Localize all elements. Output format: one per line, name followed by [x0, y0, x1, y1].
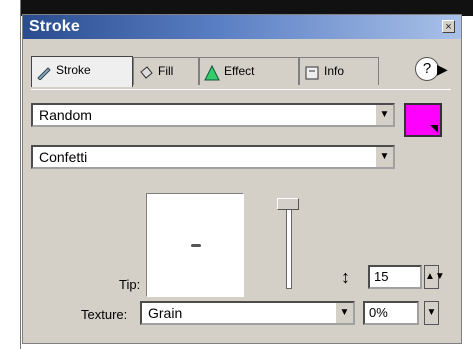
tab-effect-label: Effect	[224, 64, 255, 78]
info-icon	[304, 64, 320, 80]
tab-fill-label: Fill	[158, 64, 174, 78]
chevron-down-icon[interactable]: ▼	[375, 147, 393, 167]
tip-label: Tip:	[119, 277, 141, 292]
stroke-preview	[146, 193, 244, 297]
chevron-down-icon[interactable]: ▼	[375, 105, 393, 125]
texture-amount-spinner[interactable]: ▼	[424, 301, 439, 325]
pencil-icon	[36, 63, 52, 81]
tab-stroke-label: Stroke	[56, 63, 91, 77]
preview-mark	[191, 244, 201, 247]
stroke-category-dropdown[interactable]: Random ▼	[31, 103, 395, 127]
stroke-color-swatch[interactable]	[404, 103, 442, 137]
effect-icon	[204, 64, 220, 81]
tab-info[interactable]: Info	[299, 57, 379, 85]
stroke-panel: Stroke × Stroke Fill Effect Info ? ▶ Ran…	[22, 14, 462, 344]
texture-label: Texture:	[81, 307, 128, 322]
texture-dropdown[interactable]: Grain ▼	[140, 301, 355, 325]
texture-amount-input[interactable]: 0%	[363, 301, 419, 325]
stroke-category-value: Random	[39, 107, 92, 123]
texture-value: Grain	[148, 305, 183, 321]
tab-fill[interactable]: Fill	[133, 57, 199, 85]
tip-slider-thumb[interactable]	[277, 198, 299, 210]
stroke-type-value: Confetti	[39, 149, 88, 165]
tab-stroke[interactable]: Stroke	[31, 56, 133, 87]
tip-slider-track[interactable]	[286, 207, 292, 289]
bucket-icon	[138, 64, 154, 80]
help-icon[interactable]: ?	[415, 57, 439, 81]
resize-vertical-icon: ↕	[341, 267, 350, 287]
chevron-down-icon[interactable]: ▼	[335, 303, 353, 323]
tip-size-spinner[interactable]: ▲▼	[424, 265, 445, 289]
tip-size-input[interactable]: 15	[368, 265, 422, 289]
swatch-corner-icon	[430, 125, 438, 133]
tab-effect[interactable]: Effect	[199, 57, 299, 85]
stroke-type-dropdown[interactable]: Confetti ▼	[31, 145, 395, 169]
left-frame	[0, 0, 21, 349]
tab-strip: Stroke Fill Effect Info	[31, 56, 451, 87]
tab-scroll-arrow[interactable]: ▶	[437, 57, 451, 81]
tab-info-label: Info	[324, 64, 345, 78]
close-icon[interactable]: ×	[442, 20, 455, 33]
panel-title: Stroke	[29, 18, 80, 35]
panel-title-bar[interactable]: Stroke ×	[23, 15, 461, 39]
